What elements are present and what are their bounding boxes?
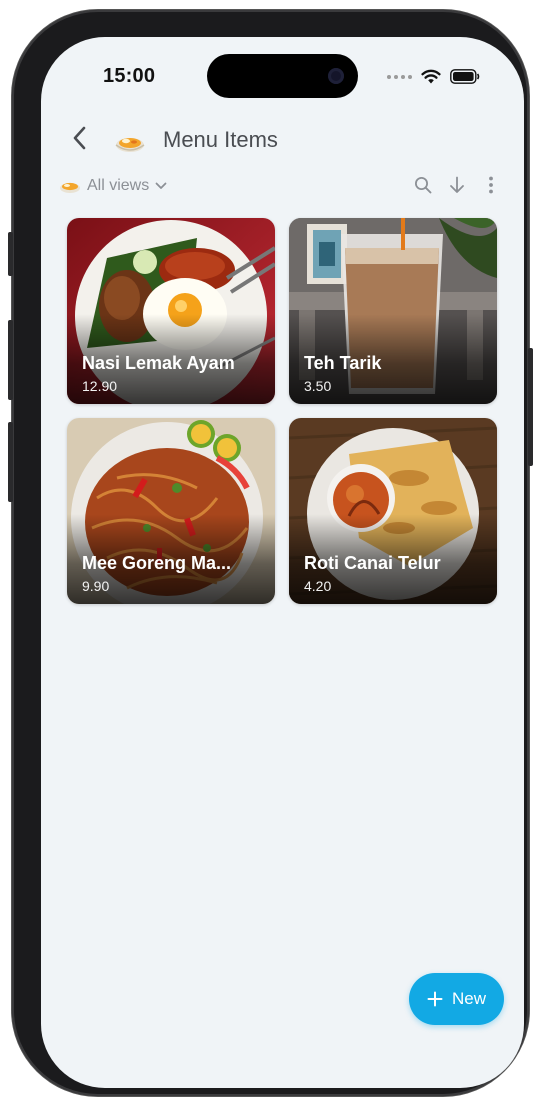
action-button	[8, 232, 13, 276]
phone-frame: 15:00 Menu Items All views Nasi Lemak Ay…	[8, 10, 533, 1096]
status-time: 15:00	[103, 65, 156, 87]
camera-icon	[328, 68, 344, 84]
view-toolbar: All views	[41, 172, 524, 202]
cellular-signal-icon	[387, 74, 412, 79]
item-price: 4.20	[304, 578, 332, 594]
wifi-icon	[421, 69, 441, 84]
new-item-button[interactable]: New	[409, 973, 504, 1025]
item-name: Roti Canai Telur	[304, 553, 441, 573]
dynamic-island	[207, 54, 358, 98]
item-price: 9.90	[82, 578, 110, 594]
status-icons	[387, 69, 480, 84]
power-button	[528, 348, 533, 466]
item-name: Nasi Lemak Ayam	[82, 353, 235, 373]
curry-bowl-icon	[60, 182, 80, 193]
item-price: 3.50	[304, 378, 332, 394]
toolbar-actions	[414, 174, 500, 196]
back-chevron-icon[interactable]	[69, 125, 91, 151]
battery-icon	[450, 69, 480, 84]
page-title: Menu Items	[163, 127, 278, 152]
search-button[interactable]	[414, 174, 432, 196]
volume-down-button	[8, 422, 13, 502]
views-label: All views	[87, 177, 150, 194]
new-button-label: New	[451, 989, 486, 1008]
item-name: Teh Tarik	[304, 353, 382, 373]
item-name: Mee Goreng Ma...	[82, 553, 232, 573]
sort-down-arrow-icon	[450, 176, 464, 193]
curry-bowl-icon	[115, 138, 145, 152]
menu-item-card[interactable]: Nasi Lemak Ayam 12.90	[67, 218, 275, 404]
app-screen: 15:00 Menu Items All views Nasi Lemak Ay…	[41, 37, 524, 1088]
menu-item-card[interactable]: Teh Tarik 3.50	[289, 218, 497, 404]
menu-item-card[interactable]: Mee Goreng Ma... 9.90	[67, 418, 275, 604]
menu-item-card[interactable]: Roti Canai Telur 4.20	[289, 418, 497, 604]
plus-icon	[427, 991, 443, 1007]
views-dropdown[interactable]: All views	[59, 172, 167, 200]
search-icon	[415, 177, 432, 194]
app-header: Menu Items	[41, 119, 524, 159]
more-vertical-icon	[489, 176, 493, 194]
item-price: 12.90	[82, 378, 118, 394]
chevron-down-icon	[155, 182, 167, 189]
volume-up-button	[8, 320, 13, 400]
sort-button[interactable]	[448, 174, 466, 196]
more-options-button[interactable]	[482, 174, 500, 196]
